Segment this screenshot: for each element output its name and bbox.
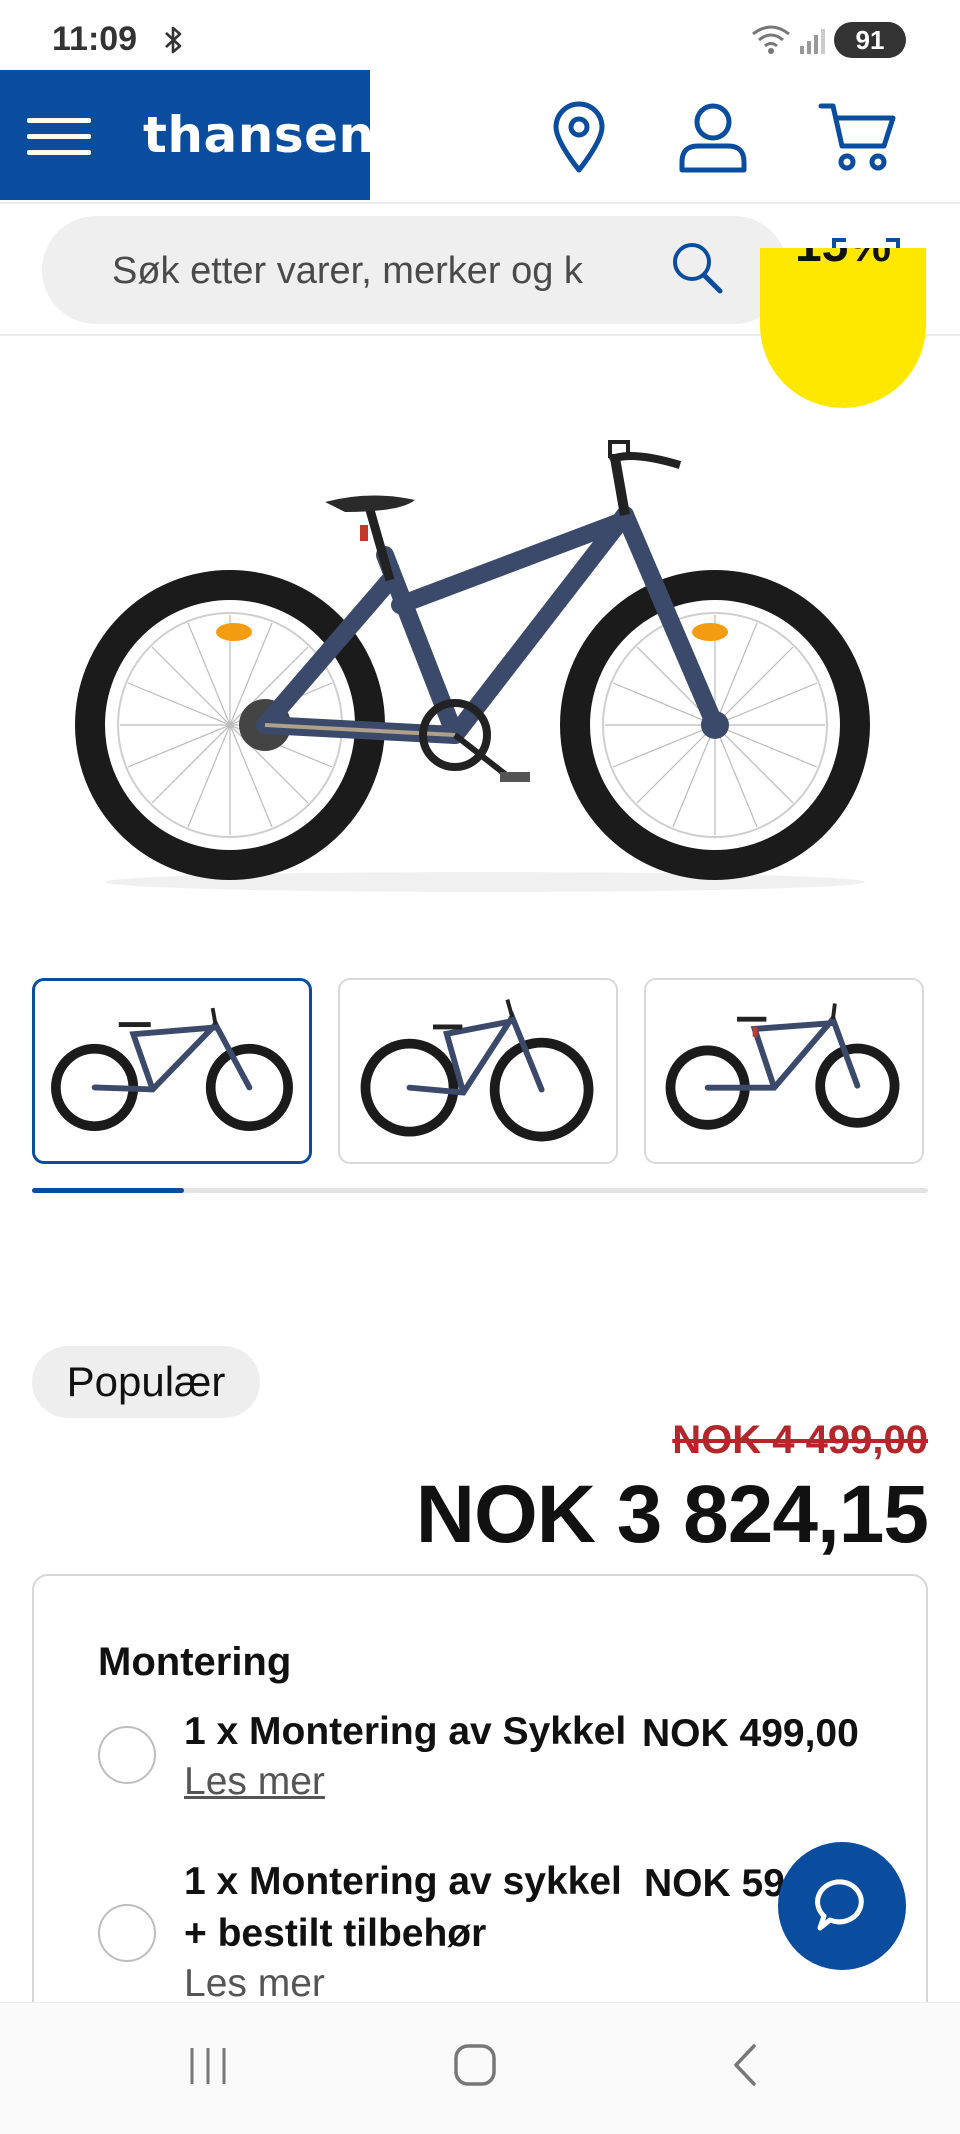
popular-badge-label: Populær bbox=[66, 1358, 226, 1405]
search-icon[interactable] bbox=[666, 236, 730, 300]
search-input[interactable] bbox=[112, 246, 612, 296]
bluetooth-icon bbox=[165, 26, 182, 54]
montering-option-2-title-line1: 1 x Montering av sykkel bbox=[184, 1860, 622, 1903]
back-icon[interactable] bbox=[730, 2042, 760, 2088]
chat-button[interactable] bbox=[778, 1842, 906, 1970]
home-icon[interactable] bbox=[452, 2042, 498, 2088]
menu-icon[interactable] bbox=[24, 114, 94, 160]
montering-option-2-read-more-link[interactable]: Les mer bbox=[184, 1962, 325, 2006]
montering-option-1-price: NOK 499,00 bbox=[642, 1712, 859, 1755]
status-time: 11:09 bbox=[52, 20, 138, 58]
chat-icon bbox=[815, 1879, 864, 1931]
thumbnail-3[interactable] bbox=[644, 978, 924, 1164]
signal-icon bbox=[800, 29, 825, 54]
location-icon[interactable] bbox=[548, 100, 610, 174]
montering-option-1-read-more-link[interactable]: Les mer bbox=[184, 1760, 325, 1804]
brand-logo[interactable]: thansen bbox=[143, 106, 375, 164]
cart-icon[interactable] bbox=[818, 100, 898, 174]
battery-indicator: 91 bbox=[834, 22, 906, 58]
battery-level: 91 bbox=[855, 24, 885, 55]
account-icon[interactable] bbox=[676, 100, 750, 174]
montering-option-2-radio[interactable] bbox=[98, 1904, 156, 1962]
discount-badge: 15% bbox=[760, 248, 926, 408]
old-price: NOK 4 499,00 bbox=[672, 1418, 928, 1462]
header-divider bbox=[0, 202, 960, 204]
montering-option-2-title-line2: + bestilt tilbehør bbox=[184, 1912, 487, 1955]
product-image[interactable] bbox=[70, 420, 900, 900]
thumbnail-1[interactable] bbox=[32, 978, 312, 1164]
popular-badge: Populær bbox=[32, 1346, 260, 1418]
montering-option-1-title: 1 x Montering av Sykkel bbox=[184, 1710, 627, 1753]
current-price: NOK 3 824,15 bbox=[415, 1469, 929, 1560]
recent-apps-icon[interactable] bbox=[186, 2044, 230, 2088]
discount-label: 15% bbox=[760, 248, 926, 273]
thumbnail-2[interactable] bbox=[338, 978, 618, 1164]
montering-option-2-price: NOK 59 bbox=[644, 1862, 785, 1905]
montering-title: Montering bbox=[98, 1640, 292, 1684]
wifi-icon bbox=[752, 25, 790, 54]
gallery-scroll-indicator bbox=[32, 1188, 184, 1193]
montering-option-1-radio[interactable] bbox=[98, 1726, 156, 1784]
